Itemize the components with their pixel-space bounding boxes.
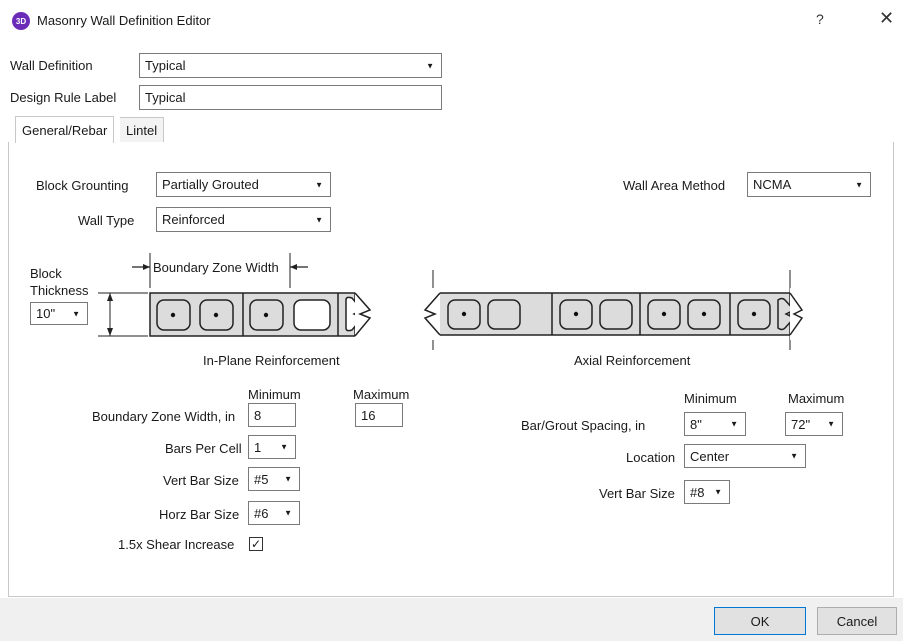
chevron-down-icon: ▼ — [714, 487, 722, 497]
boundary-zone-min-input[interactable]: 8 — [248, 403, 296, 427]
axial-vert-bar-size-label: Vert Bar Size — [599, 486, 675, 501]
bars-per-cell-label: Bars Per Cell — [165, 441, 242, 456]
location-value: Center — [690, 448, 730, 464]
wall-area-method-value: NCMA — [753, 177, 792, 192]
chevron-down-icon: ▼ — [790, 451, 798, 461]
shear-increase-checkbox[interactable]: ✓ — [249, 537, 263, 551]
axial-reinforcement-title: Axial Reinforcement — [574, 353, 691, 368]
axial-vert-bar-size-select[interactable]: #8 ▼ — [684, 480, 730, 504]
cancel-button[interactable]: Cancel — [817, 607, 897, 635]
axial-minimum-header: Minimum — [684, 391, 737, 406]
wall-definition-select[interactable]: Typical ▼ — [139, 53, 442, 78]
chevron-down-icon: ▼ — [280, 442, 288, 452]
boundary-zone-max-value: 16 — [361, 407, 376, 423]
block-thickness-label-line1: Block — [30, 266, 62, 281]
wall-definition-value: Typical — [145, 58, 186, 73]
in-plane-reinforcement-title: In-Plane Reinforcement — [203, 353, 340, 368]
in-plane-vert-bar-size-select[interactable]: #5 ▼ — [248, 467, 300, 491]
axial-reinforcement-diagram — [420, 270, 810, 350]
wall-area-method-label: Wall Area Method — [623, 178, 726, 193]
help-icon[interactable]: ? — [816, 11, 824, 27]
cancel-button-label: Cancel — [836, 613, 878, 629]
spacing-min-value: 8" — [690, 416, 702, 432]
design-rule-input[interactable]: Typical — [139, 85, 442, 110]
boundary-zone-max-input[interactable]: 16 — [355, 403, 403, 427]
wall-type-label: Wall Type — [78, 213, 135, 228]
in-plane-vert-bar-size-label: Vert Bar Size — [163, 473, 239, 488]
block-thickness-value: 10" — [36, 306, 56, 321]
tab-lintel[interactable]: Lintel — [120, 117, 165, 143]
chevron-down-icon: ▼ — [827, 419, 835, 429]
wall-type-value: Reinforced — [162, 212, 225, 227]
horz-bar-size-value: #6 — [254, 505, 269, 521]
bar-grout-spacing-label: Bar/Grout Spacing, in — [521, 418, 646, 433]
tab-panel — [8, 142, 894, 597]
in-plane-minimum-header: Minimum — [248, 387, 301, 402]
ok-button[interactable]: OK — [714, 607, 806, 635]
ok-button-label: OK — [750, 613, 770, 629]
block-grouting-value: Partially Grouted — [162, 177, 259, 192]
chevron-down-icon: ▼ — [284, 508, 292, 518]
tab-lintel-label: Lintel — [126, 122, 158, 138]
chevron-down-icon: ▼ — [315, 215, 323, 224]
location-select[interactable]: Center ▼ — [684, 444, 806, 468]
design-rule-label: Design Rule Label — [10, 90, 117, 105]
boundary-zone-min-value: 8 — [254, 407, 262, 423]
window-title: Masonry Wall Definition Editor — [37, 13, 211, 28]
in-plane-reinforcement-diagram — [98, 253, 380, 343]
spacing-min-select[interactable]: 8" ▼ — [684, 412, 746, 436]
axial-vert-bar-size-value: #8 — [690, 484, 705, 500]
block-thickness-select[interactable]: 10" ▼ — [30, 302, 88, 325]
chevron-down-icon: ▼ — [72, 309, 80, 318]
block-grouting-select[interactable]: Partially Grouted ▼ — [156, 172, 331, 197]
app-icon: 3D — [12, 12, 30, 30]
title-bar: 3D Masonry Wall Definition Editor ? ✕ — [0, 0, 903, 44]
chevron-down-icon: ▼ — [426, 61, 434, 70]
horz-bar-size-select[interactable]: #6 ▼ — [248, 501, 300, 525]
chevron-down-icon: ▼ — [855, 180, 863, 189]
location-label: Location — [626, 450, 676, 465]
spacing-max-select[interactable]: 72" ▼ — [785, 412, 843, 436]
spacing-max-value: 72" — [791, 416, 811, 432]
boundary-zone-width-label: Boundary Zone Width, in — [92, 409, 236, 424]
close-icon[interactable]: ✕ — [879, 8, 894, 29]
tab-general-rebar[interactable]: General/Rebar — [15, 116, 115, 143]
block-thickness-label-line2: Thickness — [30, 283, 89, 298]
wall-definition-label: Wall Definition — [10, 58, 93, 73]
wall-area-method-select[interactable]: NCMA ▼ — [747, 172, 871, 197]
wall-type-select[interactable]: Reinforced ▼ — [156, 207, 331, 232]
shear-increase-label: 1.5x Shear Increase — [118, 537, 235, 552]
check-icon: ✓ — [250, 537, 262, 551]
horz-bar-size-label: Horz Bar Size — [159, 507, 240, 522]
tab-general-rebar-label: General/Rebar — [22, 122, 108, 138]
in-plane-maximum-header: Maximum — [353, 387, 410, 402]
bars-per-cell-value: 1 — [254, 439, 262, 455]
axial-maximum-header: Maximum — [788, 391, 845, 406]
chevron-down-icon: ▼ — [284, 474, 292, 484]
in-plane-vert-bar-size-value: #5 — [254, 471, 269, 487]
chevron-down-icon: ▼ — [730, 419, 738, 429]
design-rule-value: Typical — [145, 90, 186, 105]
chevron-down-icon: ▼ — [315, 180, 323, 189]
bars-per-cell-select[interactable]: 1 ▼ — [248, 435, 296, 459]
block-grouting-label: Block Grounting — [36, 178, 129, 193]
